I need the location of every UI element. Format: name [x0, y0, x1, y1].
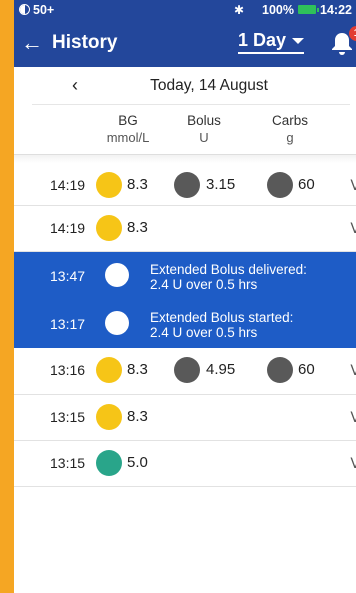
bluetooth-icon: ✱	[233, 2, 245, 17]
row-time: 14:19	[50, 177, 86, 193]
app-bar: ← History 1 Day 1	[14, 19, 356, 67]
blood-drop-icon	[96, 357, 122, 383]
range-dropdown[interactable]: 1 Day	[238, 30, 305, 54]
list-top-divider	[14, 155, 356, 163]
column-carbs-name: Carbs	[271, 113, 308, 128]
battery-icon	[298, 5, 320, 14]
row-bolus-value: 4.95	[206, 361, 236, 378]
chevron-left-icon[interactable]: ‹	[72, 75, 78, 96]
insulin-pen-icon	[174, 172, 200, 198]
chevron-down-icon[interactable]: ᐯ	[350, 409, 356, 426]
event-title: Extended Bolus started:	[150, 310, 294, 325]
row-bolus-value: 3.15	[206, 176, 236, 193]
event-text: Extended Bolus started: 2.4 U over 0.5 h…	[150, 310, 293, 340]
column-bolus-unit: U	[199, 130, 209, 145]
chevron-down-icon[interactable]: ᐯ	[350, 362, 356, 379]
chevron-down-icon[interactable]: ᐯ	[350, 220, 356, 237]
caret-down-icon	[292, 38, 305, 44]
column-bg-name: BG	[118, 113, 138, 128]
row-time: 13:47	[50, 268, 86, 284]
row-carbs-value: 60	[298, 361, 315, 378]
event-title: Extended Bolus delivered:	[150, 262, 307, 277]
range-value: 1 Day	[238, 30, 287, 50]
list-item[interactable]: 13:16 8.3 4.95 60 ᐯ	[14, 348, 356, 395]
current-date: Today, 14 August	[150, 76, 268, 94]
event-text: Extended Bolus delivered: 2.4 U over 0.5…	[150, 262, 307, 292]
column-bolus: Bolus U	[174, 112, 234, 146]
row-time: 13:16	[50, 362, 86, 378]
column-bg-unit: mmol/L	[106, 130, 150, 145]
list-item[interactable]: 13:17 Extended Bolus started: 2.4 U over…	[14, 300, 356, 348]
blood-drop-icon	[96, 404, 122, 430]
column-bolus-name: Bolus	[187, 113, 221, 128]
row-bg-value: 8.3	[127, 176, 148, 193]
list-item[interactable]: 13:47 Extended Bolus delivered: 2.4 U ov…	[14, 252, 356, 300]
battery-percent: 100%	[262, 2, 295, 17]
insulin-pen-icon	[105, 311, 129, 335]
event-detail: 2.4 U over 0.5 hrs	[150, 277, 258, 292]
row-time: 14:19	[50, 220, 86, 236]
event-detail: 2.4 U over 0.5 hrs	[150, 325, 258, 340]
blood-drop-icon	[96, 172, 122, 198]
insulin-pen-icon	[174, 357, 200, 383]
status-clock: 14:22	[320, 2, 352, 17]
status-bar: 50+ ✱ 100% 14:22	[14, 0, 356, 19]
row-time: 13:15	[50, 409, 86, 425]
list-item[interactable]: 14:19 8.3 ᐯ	[14, 206, 356, 252]
chevron-down-icon[interactable]: ᐯ	[350, 177, 356, 194]
column-carbs-unit: g	[286, 130, 294, 145]
column-bg: BG mmol/L	[98, 112, 158, 146]
column-header: BG mmol/L Bolus U Carbs g	[14, 105, 356, 155]
list-item[interactable]: 13:15 5.0 ᐯ	[14, 441, 356, 487]
column-carbs: Carbs g	[260, 112, 320, 146]
row-bg-value: 8.3	[127, 361, 148, 378]
list-item[interactable]: 14:19 8.3 3.15 60 ᐯ	[14, 163, 356, 206]
row-bg-value: 8.3	[127, 408, 148, 425]
list-item[interactable]: 13:15 8.3 ᐯ	[14, 395, 356, 441]
bread-icon	[267, 172, 293, 198]
row-time: 13:17	[50, 316, 86, 332]
row-time: 13:15	[50, 455, 86, 471]
status-left-text: 50+	[33, 2, 55, 17]
row-carbs-value: 60	[298, 176, 315, 193]
notification-button[interactable]: 1	[330, 26, 356, 57]
blood-drop-icon	[96, 450, 122, 476]
data-saver-icon	[19, 4, 30, 15]
page-title: History	[52, 32, 118, 53]
date-selector: ‹ Today, 14 August	[32, 67, 350, 105]
blood-drop-icon	[96, 215, 122, 241]
row-bg-value: 5.0	[127, 454, 148, 471]
insulin-pen-icon	[105, 263, 129, 287]
chevron-down-icon[interactable]: ᐯ	[350, 455, 356, 472]
bread-icon	[267, 357, 293, 383]
row-bg-value: 8.3	[127, 219, 148, 236]
back-arrow-icon[interactable]: ←	[14, 30, 46, 56]
phone-screen: 50+ ✱ 100% 14:22 ← History 1 Day 1 ‹ Tod…	[14, 0, 356, 593]
